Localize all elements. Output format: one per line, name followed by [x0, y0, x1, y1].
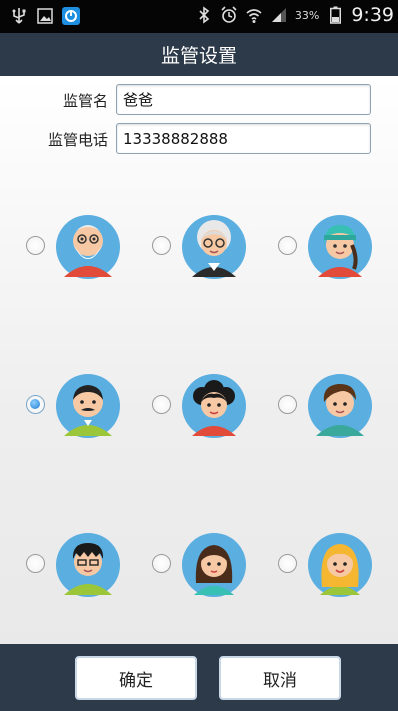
mother-avatar	[182, 374, 246, 438]
girl-avatar	[182, 533, 246, 597]
signal-icon	[270, 5, 288, 25]
bottom-action-bar: 确定 取消	[0, 644, 398, 711]
phone-input[interactable]	[116, 123, 371, 154]
confirm-button[interactable]: 确定	[75, 656, 197, 700]
app-icon	[62, 6, 80, 26]
boy-avatar	[308, 374, 372, 438]
name-input[interactable]	[116, 84, 371, 115]
wifi-icon	[245, 5, 263, 25]
alarm-icon	[220, 5, 238, 25]
avatar-option-blonde-girl[interactable]	[278, 533, 398, 603]
avatar-radio[interactable]	[26, 554, 45, 573]
avatar-option-girl[interactable]	[152, 533, 272, 603]
blonde-girl-avatar	[308, 533, 372, 597]
avatar-option-girl-headscarf[interactable]	[278, 215, 398, 285]
cancel-button[interactable]: 取消	[219, 656, 341, 700]
image-icon	[36, 6, 54, 26]
avatar-radio[interactable]	[152, 554, 171, 573]
avatar-radio[interactable]	[278, 395, 297, 414]
avatar-radio[interactable]	[278, 236, 297, 255]
avatar-option-boy[interactable]	[278, 374, 398, 444]
avatar-radio[interactable]	[152, 395, 171, 414]
avatar-radio[interactable]	[26, 236, 45, 255]
avatar-radio[interactable]	[278, 554, 297, 573]
bluetooth-icon	[195, 5, 213, 25]
avatar-radio-selected[interactable]	[26, 395, 45, 414]
status-bar: 33% 9:39	[0, 0, 398, 33]
phone-label: 监管电话	[47, 131, 108, 149]
avatar-option-father[interactable]	[26, 374, 146, 444]
name-row: 监管名	[0, 84, 398, 115]
battery-icon	[326, 5, 344, 25]
battery-percent: 33%	[294, 8, 320, 22]
settings-content: 监管名 监管电话	[0, 76, 398, 644]
girl-headscarf-avatar	[308, 215, 372, 279]
page-title: 监管设置	[160, 45, 237, 67]
clock: 9:39	[351, 4, 394, 26]
phone-row: 监管电话	[0, 123, 398, 154]
avatar-option-grandpa[interactable]	[26, 215, 146, 285]
avatar-radio[interactable]	[152, 236, 171, 255]
grandma-avatar	[182, 215, 246, 279]
name-label: 监管名	[62, 92, 108, 110]
avatar-option-mother[interactable]	[152, 374, 272, 444]
usb-icon	[10, 6, 28, 26]
boy-glasses-avatar	[56, 533, 120, 597]
grandpa-avatar	[56, 215, 120, 279]
avatar-option-grandma[interactable]	[152, 215, 272, 285]
father-avatar	[56, 374, 120, 438]
avatar-option-boy-glasses[interactable]	[26, 533, 146, 603]
title-bar: 监管设置	[0, 33, 398, 76]
